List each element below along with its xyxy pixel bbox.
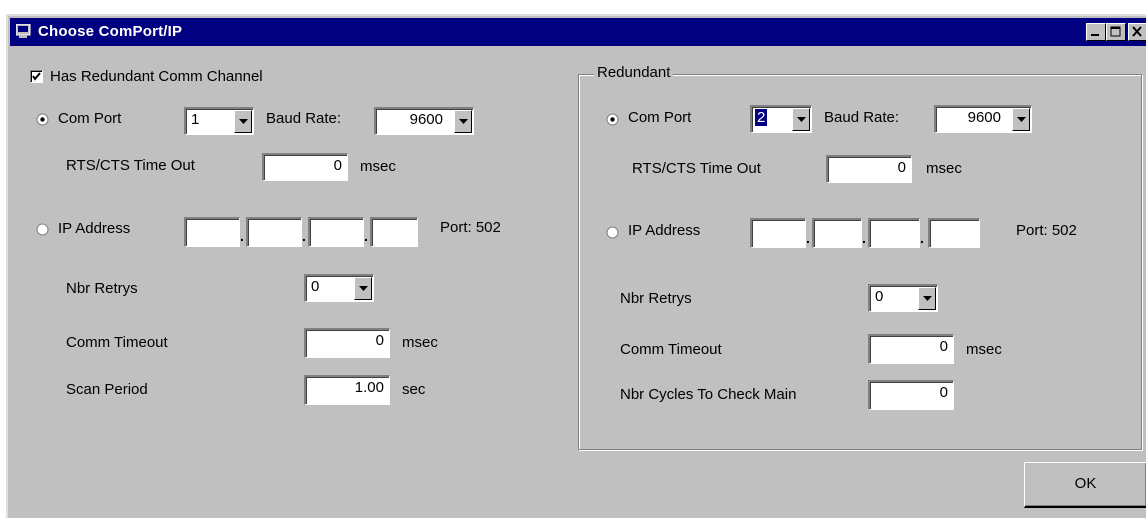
rts-input[interactable]: 0 bbox=[262, 153, 348, 181]
ip-octet-4[interactable] bbox=[370, 217, 418, 247]
scan-period-value: 1.00 bbox=[354, 379, 384, 396]
ip-dot: . bbox=[806, 230, 810, 246]
baud-rate-select[interactable]: 9600 bbox=[374, 107, 474, 135]
com-port-select[interactable]: 1 bbox=[184, 107, 254, 135]
redundant-comm-timeout-label: Comm Timeout bbox=[620, 341, 722, 358]
redundant-ip-address-label: IP Address bbox=[628, 222, 701, 239]
dropdown-button[interactable] bbox=[354, 277, 372, 300]
redundant-ip-octet-1[interactable] bbox=[750, 218, 806, 248]
redundant-ip-octet-4[interactable] bbox=[928, 218, 980, 248]
minimize-icon bbox=[1091, 34, 1099, 36]
com-port-value: 1 bbox=[191, 111, 200, 128]
redundant-checkbox[interactable] bbox=[30, 70, 43, 83]
ip-dot: . bbox=[302, 228, 306, 244]
baud-rate-label: Baud Rate: bbox=[266, 110, 342, 127]
com-port-radio[interactable] bbox=[36, 113, 49, 126]
redundant-com-port-select[interactable]: 2 bbox=[750, 105, 812, 133]
comm-timeout-label: Comm Timeout bbox=[66, 334, 168, 351]
maximize-button[interactable] bbox=[1106, 23, 1126, 41]
app-icon bbox=[15, 23, 32, 38]
dropdown-button[interactable] bbox=[792, 108, 810, 131]
chevron-down-icon bbox=[359, 286, 368, 291]
ip-address-radio[interactable] bbox=[36, 223, 49, 236]
nbr-retrys-value: 0 bbox=[311, 278, 320, 295]
nbr-retrys-label: Nbr Retrys bbox=[66, 280, 138, 297]
port-label: Port: 502 bbox=[440, 219, 501, 236]
redundant-rts-unit: msec bbox=[926, 160, 962, 177]
redundant-rts-value: 0 bbox=[897, 159, 906, 176]
redundant-baud-rate-value: 9600 bbox=[967, 109, 1001, 126]
ip-dot: . bbox=[920, 230, 924, 246]
redundant-comm-timeout-unit: msec bbox=[966, 341, 1002, 358]
redundant-checkbox-label[interactable]: Has Redundant Comm Channel bbox=[50, 68, 263, 85]
close-icon bbox=[1132, 26, 1142, 37]
ip-dot: . bbox=[862, 230, 866, 246]
rts-label: RTS/CTS Time Out bbox=[66, 157, 195, 174]
ip-address-label: IP Address bbox=[58, 220, 131, 237]
baud-rate-value: 9600 bbox=[409, 111, 443, 128]
rts-unit: msec bbox=[360, 158, 396, 175]
redundant-com-port-value: 2 bbox=[753, 108, 769, 127]
ip-octet-3[interactable] bbox=[308, 217, 364, 247]
redundant-comm-timeout-input[interactable]: 0 bbox=[868, 334, 954, 364]
minimize-button[interactable] bbox=[1086, 23, 1106, 41]
ip-dot: . bbox=[240, 228, 244, 244]
nbr-retrys-select[interactable]: 0 bbox=[304, 274, 374, 302]
comm-timeout-input[interactable]: 0 bbox=[304, 328, 390, 358]
redundant-comm-timeout-value: 0 bbox=[939, 338, 948, 355]
maximize-icon bbox=[1110, 26, 1121, 37]
dialog-window: Choose ComPort/IP Has Redundant Comm Cha… bbox=[6, 14, 1146, 518]
redundant-cycles-label: Nbr Cycles To Check Main bbox=[620, 386, 797, 403]
title-bar[interactable]: Choose ComPort/IP bbox=[10, 18, 1146, 46]
scan-period-label: Scan Period bbox=[66, 381, 148, 398]
redundant-nbr-retrys-select[interactable]: 0 bbox=[868, 284, 938, 312]
dropdown-button[interactable] bbox=[1012, 108, 1030, 131]
redundant-ip-octet-2[interactable] bbox=[812, 218, 862, 248]
redundant-nbr-retrys-value: 0 bbox=[875, 288, 884, 305]
checkmark-icon bbox=[32, 72, 41, 81]
redundant-ip-address-radio[interactable] bbox=[606, 226, 619, 239]
rts-value: 0 bbox=[333, 157, 342, 174]
ip-dot: . bbox=[364, 228, 368, 244]
close-button[interactable] bbox=[1128, 23, 1146, 41]
redundant-group-title: Redundant bbox=[594, 64, 674, 81]
redundant-cycles-input[interactable]: 0 bbox=[868, 380, 954, 410]
chevron-down-icon bbox=[239, 119, 248, 124]
chevron-down-icon bbox=[797, 117, 806, 122]
comm-timeout-value: 0 bbox=[375, 332, 384, 349]
redundant-baud-rate-label: Baud Rate: bbox=[824, 109, 900, 126]
comm-timeout-unit: msec bbox=[402, 334, 438, 351]
redundant-rts-label: RTS/CTS Time Out bbox=[632, 160, 761, 177]
redundant-rts-input[interactable]: 0 bbox=[826, 155, 912, 183]
scan-period-unit: sec bbox=[402, 381, 426, 398]
scan-period-input[interactable]: 1.00 bbox=[304, 375, 390, 405]
dropdown-button[interactable] bbox=[454, 110, 472, 133]
dropdown-button[interactable] bbox=[918, 287, 936, 310]
ip-octet-1[interactable] bbox=[184, 217, 240, 247]
ok-button[interactable]: OK bbox=[1024, 462, 1146, 508]
redundant-com-port-radio[interactable] bbox=[606, 113, 619, 126]
dropdown-button[interactable] bbox=[234, 110, 252, 133]
redundant-cycles-value: 0 bbox=[939, 384, 948, 401]
redundant-ip-octet-3[interactable] bbox=[868, 218, 920, 248]
chevron-down-icon bbox=[459, 119, 468, 124]
ip-octet-2[interactable] bbox=[246, 217, 302, 247]
com-port-label: Com Port bbox=[58, 110, 122, 127]
redundant-com-port-label: Com Port bbox=[628, 109, 692, 126]
chevron-down-icon bbox=[1017, 117, 1026, 122]
redundant-port-label: Port: 502 bbox=[1016, 222, 1077, 239]
redundant-nbr-retrys-label: Nbr Retrys bbox=[620, 290, 692, 307]
window-title: Choose ComPort/IP bbox=[38, 23, 183, 40]
redundant-baud-rate-select[interactable]: 9600 bbox=[934, 105, 1032, 133]
chevron-down-icon bbox=[923, 296, 932, 301]
